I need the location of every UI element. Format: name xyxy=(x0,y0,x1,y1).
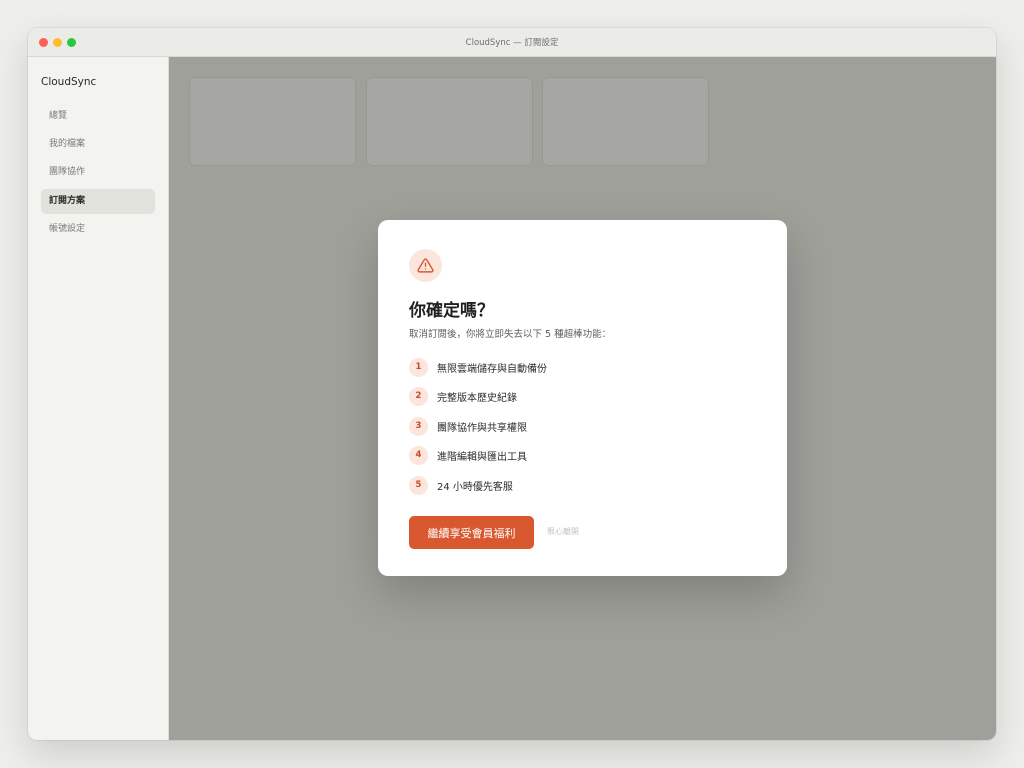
leave-anyway-button[interactable]: 狠心離開 xyxy=(547,526,579,537)
warning-triangle-icon xyxy=(417,258,434,273)
sidebar: CloudSync 總覽 我的檔案 團隊協作 訂閱方案 帳號設定 xyxy=(28,57,169,740)
window-title: CloudSync — 訂閱設定 xyxy=(465,38,559,48)
benefit-number: 2 xyxy=(409,387,428,406)
sidebar-item-subscription[interactable]: 訂閱方案 xyxy=(41,189,155,214)
benefit-text: 進階編輯與匯出工具 xyxy=(437,452,527,463)
app-window: CloudSync — 訂閱設定 CloudSync 總覽 我的檔案 團隊協作 … xyxy=(28,28,996,740)
benefit-number: 5 xyxy=(409,476,428,495)
sidebar-item-account[interactable]: 帳號設定 xyxy=(41,217,155,242)
main-content: 你確定嗎？ 取消訂閱後，你將立即失去以下 5 種超棒功能： 1 無限雲端儲存與自… xyxy=(169,57,996,740)
benefit-text: 24 小時優先客服 xyxy=(437,482,513,493)
benefit-number: 4 xyxy=(409,446,428,465)
benefit-text: 團隊協作與共享權限 xyxy=(437,423,527,434)
dialog-subtitle: 取消訂閱後，你將立即失去以下 5 種超棒功能： xyxy=(409,329,612,340)
title-bar: CloudSync — 訂閱設定 xyxy=(28,28,996,57)
benefit-number: 1 xyxy=(409,358,428,377)
app-brand: CloudSync xyxy=(41,76,97,88)
dialog-title: 你確定嗎？ xyxy=(409,301,494,321)
warning-badge xyxy=(409,249,442,282)
sidebar-item-overview[interactable]: 總覽 xyxy=(41,104,155,129)
benefit-number: 3 xyxy=(409,417,428,436)
benefit-text: 無限雲端儲存與自動備份 xyxy=(437,364,547,375)
cancel-subscription-dialog: 你確定嗎？ 取消訂閱後，你將立即失去以下 5 種超棒功能： 1 無限雲端儲存與自… xyxy=(378,220,787,576)
benefit-text: 完整版本歷史紀錄 xyxy=(437,393,517,404)
sidebar-item-my-files[interactable]: 我的檔案 xyxy=(41,132,155,157)
keep-membership-button[interactable]: 繼續享受會員福利 xyxy=(409,516,534,549)
sidebar-item-team[interactable]: 團隊協作 xyxy=(41,160,155,185)
